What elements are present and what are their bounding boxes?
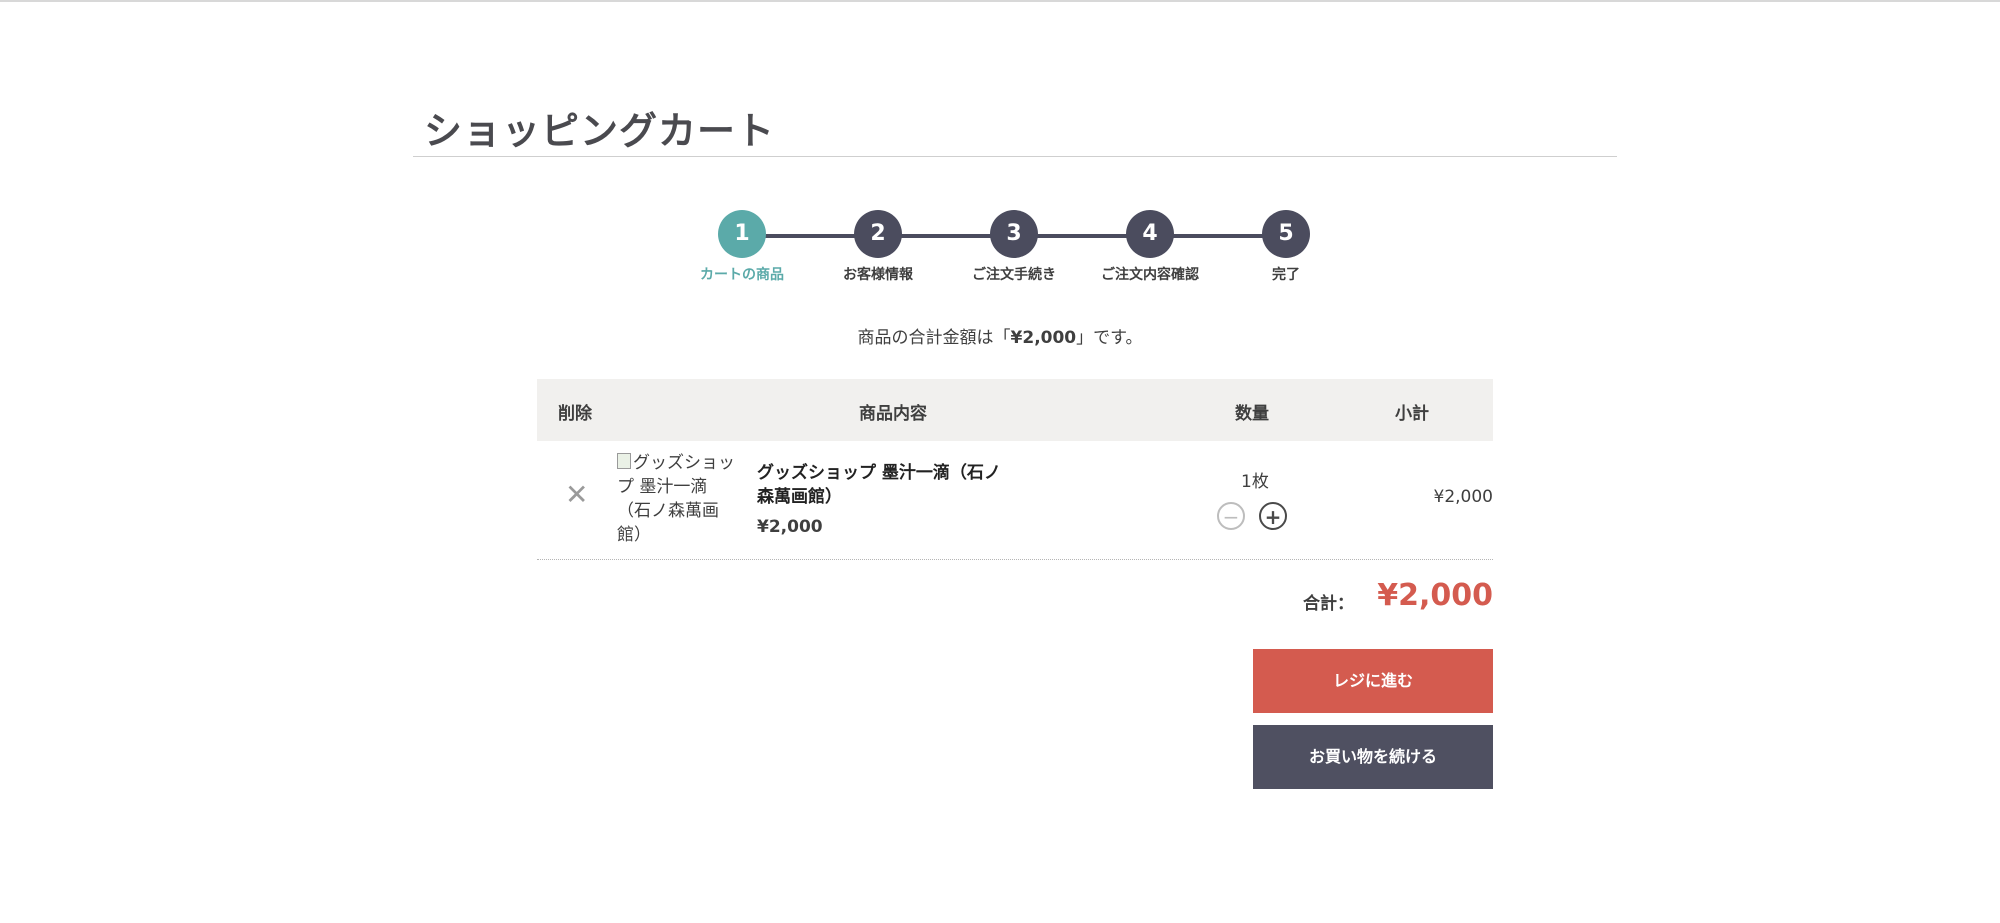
cart-table: 削除 商品内容 数量 小計 ✕ グッズショップ 墨汁一滴（石ノ森萬画館） グッズ… <box>537 379 1493 560</box>
product-image-alt: グッズショップ 墨汁一滴（石ノ森萬画館） <box>617 453 735 545</box>
cart-total-summary: 商品の合計金額は「¥2,000」です。 <box>700 323 1300 348</box>
summary-prefix: 商品の合計金額は「 <box>857 328 1011 348</box>
minus-icon[interactable]: − <box>1217 502 1245 530</box>
step-label: お客様情報 <box>843 267 913 283</box>
plus-icon[interactable]: + <box>1259 502 1287 530</box>
quantity-value: 1枚 <box>1241 472 1269 492</box>
step-label: ご注文内容確認 <box>1101 267 1199 283</box>
step-cart: 1 カートの商品 <box>677 210 807 284</box>
step-number: 1 <box>718 210 766 258</box>
checkout-stepper: 1 カートの商品 2 お客様情報 3 ご注文手続き 4 ご注文内容確認 5 完了 <box>680 210 1320 290</box>
table-header: 削除 商品内容 数量 小計 <box>537 379 1493 441</box>
step-label: ご注文手続き <box>972 267 1056 283</box>
row-subtotal: ¥2,000 <box>1433 487 1493 507</box>
product-image[interactable]: グッズショップ 墨汁一滴（石ノ森萬画館） <box>617 451 735 547</box>
table-row: ✕ グッズショップ 墨汁一滴（石ノ森萬画館） グッズショップ 墨汁一滴（石ノ森萬… <box>537 441 1493 560</box>
step-number: 5 <box>1262 210 1310 258</box>
header-quantity: 数量 <box>1235 404 1269 424</box>
broken-image-icon <box>617 453 631 469</box>
step-order-procedure: 3 ご注文手続き <box>949 210 1079 284</box>
step-number: 2 <box>854 210 902 258</box>
product-name[interactable]: グッズショップ 墨汁一滴（石ノ森萬画館） <box>757 461 1017 509</box>
step-number: 4 <box>1126 210 1174 258</box>
continue-shopping-button[interactable]: お買い物を続ける <box>1253 725 1493 789</box>
step-number: 3 <box>990 210 1038 258</box>
step-order-confirm: 4 ご注文内容確認 <box>1085 210 1215 284</box>
step-label: 完了 <box>1272 267 1300 283</box>
header-subtotal: 小計 <box>1395 404 1429 424</box>
title-divider <box>413 156 1617 157</box>
checkout-button[interactable]: レジに進む <box>1253 649 1493 713</box>
step-complete: 5 完了 <box>1221 210 1351 284</box>
close-icon[interactable]: ✕ <box>565 481 588 509</box>
header-content: 商品内容 <box>859 404 927 424</box>
total-value: ¥2,000 <box>1377 578 1493 613</box>
step-customer-info: 2 お客様情報 <box>813 210 943 284</box>
step-label: カートの商品 <box>700 267 784 283</box>
header-delete: 削除 <box>558 404 592 424</box>
total-label: 合計： <box>1303 594 1354 614</box>
summary-suffix: 」です。 <box>1076 328 1143 348</box>
top-border <box>0 0 2000 2</box>
product-price: ¥2,000 <box>757 517 823 537</box>
page-title: ショッピングカート <box>424 109 776 153</box>
summary-amount: ¥2,000 <box>1010 328 1077 348</box>
